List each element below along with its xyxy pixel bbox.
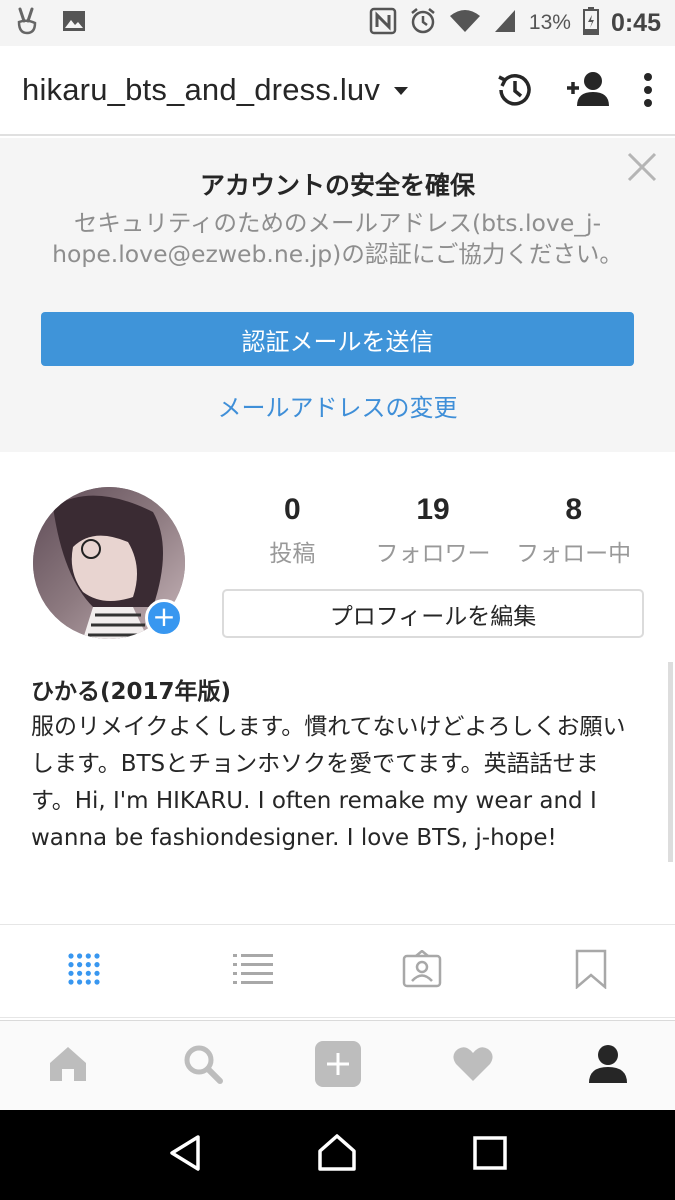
tab-saved[interactable] [506,925,675,1017]
alarm-icon [409,7,437,39]
tagged-icon [402,949,442,992]
posts-label: 投稿 [269,541,316,567]
heart-icon [452,1045,494,1087]
add-post-icon [314,1040,361,1091]
scrollbar[interactable] [668,662,673,862]
nav-home[interactable] [0,1021,135,1110]
tab-list[interactable] [169,925,338,1017]
following-label: フォロー中 [516,541,632,567]
profile-stats: 0 投稿 19 フォロワー 8 フォロー中 [222,492,644,572]
account-switcher[interactable]: hikaru_bts_and_dress.luv [22,72,380,108]
peace-hand-icon [14,7,40,39]
recents-icon[interactable] [473,1136,507,1174]
followers-stat[interactable]: 19 フォロワー [363,492,504,572]
followers-count: 19 [416,493,450,526]
tab-grid[interactable] [0,925,169,1017]
tab-tagged[interactable] [338,925,507,1017]
send-verification-button[interactable]: 認証メールを送信 [41,312,634,366]
change-email-link[interactable]: メールアドレスの変更 [0,388,675,423]
nav-add-post[interactable] [270,1021,405,1110]
wifi-icon [449,8,481,38]
search-icon [183,1044,223,1088]
status-bar: 13% 0:45 [0,0,675,46]
nav-search[interactable] [135,1021,270,1110]
add-story-icon[interactable]: + [145,599,183,637]
following-count: 8 [565,493,583,526]
profile-icon [588,1044,628,1088]
following-stat[interactable]: 8 フォロー中 [503,492,644,572]
list-icon [233,952,274,990]
grid-icon [67,952,101,990]
bottom-navigation [0,1020,675,1110]
bio-text: 服のリメイクよくします。慣れてないけどよろしくお願いします。BTSとチョンホソク… [31,714,626,851]
profile-header: hikaru_bts_and_dress.luv [0,46,675,136]
chevron-down-icon[interactable] [394,87,409,95]
followers-label: フォロワー [375,541,491,567]
display-name: ひかる(2017年版) [31,679,232,705]
posts-stat[interactable]: 0 投稿 [222,492,363,572]
bio: ひかる(2017年版) 服のリメイクよくします。慣れてないけどよろしくお願いしま… [31,677,641,857]
battery-percent: 13% [528,11,571,34]
system-navigation [0,1110,675,1200]
image-icon [62,10,86,36]
profile-tabs [0,924,675,1018]
battery-icon [582,7,599,39]
bookmark-icon [575,949,607,993]
profile-section: + 0 投稿 19 フォロワー 8 フォロー中 プロフィールを編集 ひかる(20… [0,452,675,922]
security-description: セキュリティのためのメールアドレス(bts.love_j-hope.love@e… [52,209,623,268]
security-title: アカウントの安全を確保 [199,171,475,200]
posts-count: 0 [283,493,301,526]
clock: 0:45 [610,8,661,37]
signal-icon [493,8,517,38]
more-vert-icon[interactable] [643,72,653,108]
home-circle-icon[interactable] [317,1133,357,1177]
history-icon[interactable] [493,69,535,111]
nfc-icon [369,7,397,39]
security-banner: アカウントの安全を確保 セキュリティのためのメールアドレス(bts.love_j… [0,138,675,452]
back-icon[interactable] [168,1134,202,1176]
home-icon [48,1045,88,1087]
add-person-icon[interactable] [565,70,613,110]
nav-activity[interactable] [405,1021,540,1110]
nav-profile[interactable] [540,1021,675,1110]
edit-profile-button[interactable]: プロフィールを編集 [222,589,644,638]
